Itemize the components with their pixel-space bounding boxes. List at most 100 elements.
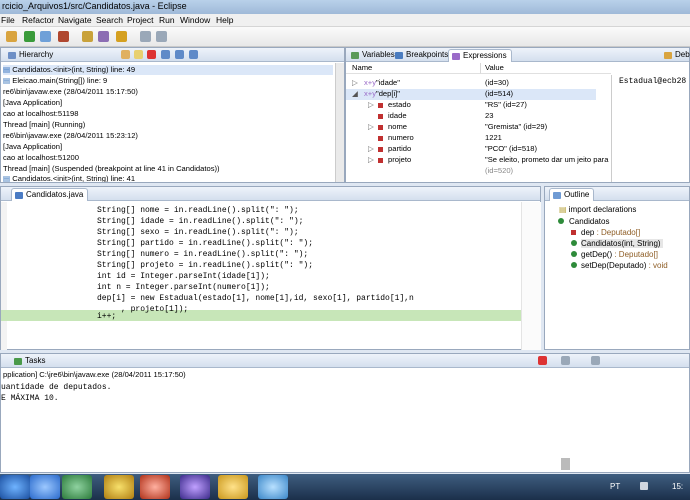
thread-item[interactable]: Thread [main] (Running): [3, 120, 85, 130]
debug-scrollbar[interactable]: [335, 63, 344, 182]
expression-row[interactable]: ◢ x+y "dep[i]" (id=514): [346, 89, 596, 100]
process-item[interactable]: re6\bin\javaw.exe (28/04/2011 15:17:50): [3, 87, 138, 97]
code-area[interactable]: String[] nome = in.readLine().split(": "…: [1, 202, 521, 350]
taskbar-paint-icon[interactable]: [258, 475, 288, 499]
pin-console-icon[interactable]: [591, 356, 600, 365]
debug-tabbar: Hierarchy: [1, 48, 344, 62]
taskbar-ie-icon[interactable]: [30, 475, 60, 499]
next-annotation-icon[interactable]: [116, 31, 127, 42]
open-type-icon[interactable]: [82, 31, 93, 42]
outline-item-class[interactable]: Candidatos: [558, 217, 609, 226]
field-row[interactable]: numero 1221: [346, 133, 596, 144]
taskbar-messenger-icon[interactable]: [62, 475, 92, 499]
public-method-icon: [571, 262, 577, 268]
tab-breakpoints[interactable]: Breakpoints: [392, 49, 452, 62]
launch-item[interactable]: [Java Application]: [3, 142, 62, 152]
column-value[interactable]: Value: [481, 63, 611, 74]
column-name[interactable]: Name: [346, 63, 481, 74]
code-line: int n = Integer.parseInt(numero[1]);: [97, 283, 270, 292]
detail-sash[interactable]: [611, 75, 612, 182]
debug-view: Hierarchy ▤ Candidatos.<init>(int, Strin…: [0, 47, 345, 183]
menu-navigate[interactable]: Navigate: [58, 15, 92, 25]
search-icon[interactable]: [98, 31, 109, 42]
step-return-icon[interactable]: [189, 50, 198, 59]
thread-item[interactable]: Thread [main] (Suspended (breakpoint at …: [3, 164, 220, 174]
breakpoints-icon: [395, 52, 403, 59]
outline-item-imports[interactable]: ▤ import declarations: [559, 205, 636, 214]
vm-item[interactable]: cao at localhost:51200: [3, 153, 79, 163]
process-item[interactable]: re6\bin\javaw.exe (28/04/2011 15:23:12): [3, 131, 138, 141]
resume-icon[interactable]: [121, 50, 130, 59]
outline-item-field[interactable]: dep : Deputado[]: [571, 228, 640, 237]
taskbar-powerpoint-icon[interactable]: [140, 475, 170, 499]
constructor-icon: [571, 240, 577, 246]
debug-tree[interactable]: ▤ Candidatos.<init>(int, String) line: 4…: [1, 62, 336, 182]
tab-candidatos-java[interactable]: Candidatos.java: [11, 188, 89, 201]
new-class-icon[interactable]: [58, 31, 69, 42]
field-row[interactable]: ▷ projeto "Se eleito, prometo dar um jei…: [346, 155, 608, 166]
clock[interactable]: 15:: [672, 482, 683, 491]
watch-expression-icon: x+y: [364, 89, 377, 98]
code-line: String[] partido = in.readLine().split("…: [97, 239, 314, 248]
tray-icon[interactable]: [640, 482, 648, 490]
expressions-tree: ▷ x+y "idade" (id=30) ◢ x+y "dep[i]" (id…: [346, 75, 611, 182]
code-line: dep[i] = new Estadual(estado[1], nome[1]…: [97, 294, 414, 303]
tasks-icon: [14, 358, 22, 365]
menu-help[interactable]: Help: [216, 15, 233, 25]
expressions-icon: [452, 53, 460, 60]
stack-frame[interactable]: ▤ Eleicao.main(String[]) line: 9: [3, 76, 107, 86]
tab-tasks[interactable]: Tasks: [11, 355, 49, 368]
taskbar-eclipse-icon[interactable]: [180, 475, 210, 499]
field-row[interactable]: ▷ estado "RS" (id=27): [346, 100, 596, 111]
tab-outline[interactable]: Outline: [549, 188, 595, 201]
clear-console-icon[interactable]: [561, 356, 570, 365]
field-icon: [378, 114, 383, 119]
outline-item-method[interactable]: setDep(Deputado) : void: [571, 261, 668, 270]
field-icon: [378, 158, 383, 163]
code-line: int id = Integer.parseInt(idade[1]);: [97, 272, 270, 281]
outline-item-constructor[interactable]: Candidatos(int, String): [571, 239, 663, 248]
hierarchy-icon: [8, 52, 16, 59]
expression-row[interactable]: ▷ x+y "idade" (id=30): [346, 78, 596, 89]
language-indicator[interactable]: PT: [610, 482, 620, 491]
menu-file[interactable]: File: [1, 15, 15, 25]
window-title: rcicio_Arquivos1/src/Candidatos.java - E…: [2, 1, 187, 11]
tab-hierarchy[interactable]: Hierarchy: [5, 49, 57, 62]
stack-frame[interactable]: ▤ Candidatos.<init>(int, String) line: 4…: [3, 174, 135, 182]
stack-frame[interactable]: ▤ Candidatos.<init>(int, String) line: 4…: [3, 65, 333, 75]
menu-project[interactable]: Project: [127, 15, 153, 25]
tab-debug-perspective[interactable]: Debu: [661, 49, 690, 62]
console-tabbar: Tasks: [1, 354, 689, 368]
field-row[interactable]: ▷ nome "Gremista" (id=29): [346, 122, 596, 133]
field-icon: [378, 103, 383, 108]
menu-window[interactable]: Window: [180, 15, 210, 25]
step-over-icon[interactable]: [175, 50, 184, 59]
run-icon[interactable]: [24, 31, 35, 42]
back-icon[interactable]: [140, 31, 151, 42]
outline-item-method[interactable]: getDep() : Deputado[]: [571, 250, 658, 259]
taskbar-explorer-icon[interactable]: [218, 475, 248, 499]
taskbar-winamp-icon[interactable]: [104, 475, 134, 499]
vm-item[interactable]: cao at localhost:51198: [3, 109, 78, 119]
start-button[interactable]: [0, 475, 30, 499]
editor-overview-ruler[interactable]: [521, 202, 541, 350]
tab-expressions[interactable]: Expressions: [448, 49, 512, 62]
terminate-console-icon[interactable]: [538, 356, 547, 365]
terminate-icon[interactable]: [147, 50, 156, 59]
field-row[interactable]: ▷ partido "PCO" (id=518): [346, 144, 596, 155]
field-row[interactable]: idade 23: [346, 111, 596, 122]
debug-perspective-icon: [664, 52, 672, 59]
menu-refactor[interactable]: Refactor: [22, 15, 54, 25]
debug-icon[interactable]: [6, 31, 17, 42]
step-into-icon[interactable]: [161, 50, 170, 59]
taskbar: PT 15:: [0, 474, 690, 500]
outline-tabbar: Outline: [545, 187, 689, 201]
suspend-icon[interactable]: [134, 50, 143, 59]
run-external-icon[interactable]: [40, 31, 51, 42]
menu-run[interactable]: Run: [159, 15, 175, 25]
launch-item[interactable]: [Java Application]: [3, 98, 62, 108]
forward-icon[interactable]: [156, 31, 167, 42]
menu-search[interactable]: Search: [96, 15, 123, 25]
status-bar-separator: [561, 458, 570, 470]
editor-view: Candidatos.java String[] nome = in.readL…: [0, 186, 541, 350]
